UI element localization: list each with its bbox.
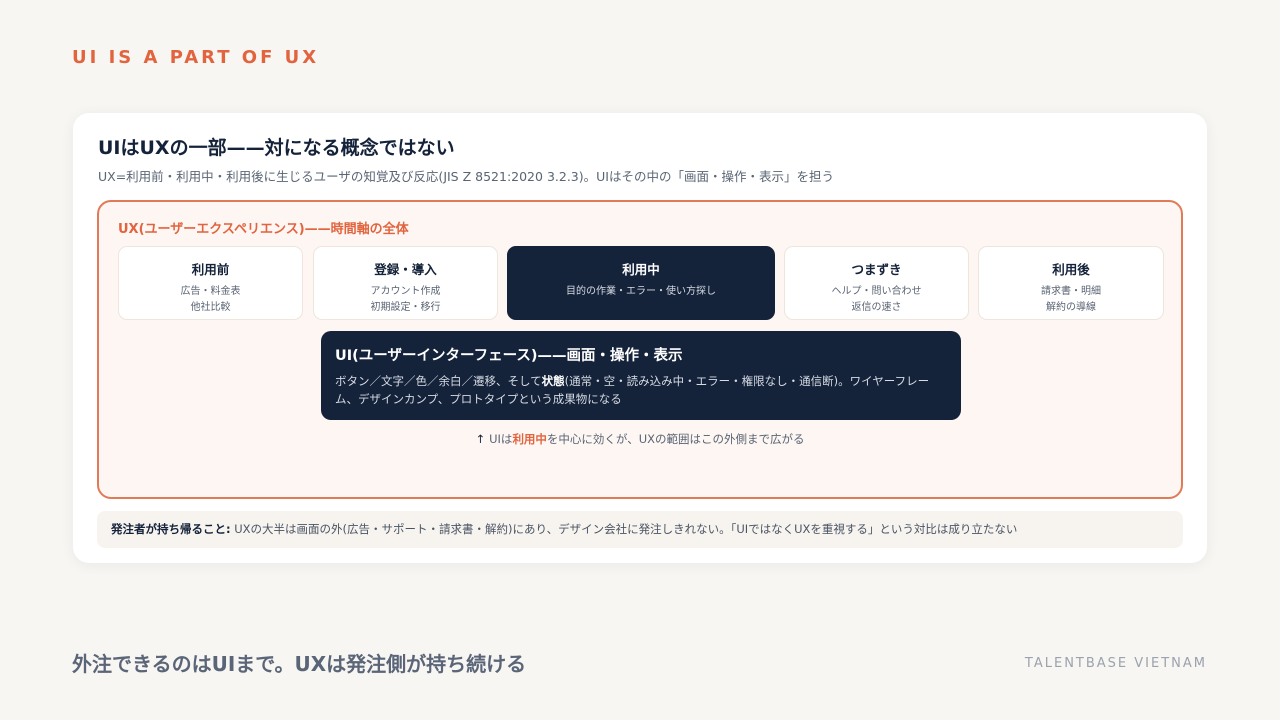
- stage-name: 利用前: [191, 262, 230, 277]
- ui-desc-part: ボタン／文字／色／余白／遷移、そして: [335, 374, 542, 388]
- stage-stumble: つまずき ヘルプ・問い合わせ 返信の速さ: [784, 246, 969, 320]
- stage-desc: アカウント作成 初期設定・移行: [370, 286, 441, 313]
- ux-scope-box: UX(ユーザーエクスペリエンス)——時間軸の全体 利用前 広告・料金表 他社比較…: [97, 200, 1183, 499]
- brand-logo-text: TALENTBASE VIETNAM: [1024, 656, 1207, 671]
- stage-desc: 請求書・明細 解約の導線: [1041, 286, 1101, 313]
- ui-desc-emphasis: 状態: [541, 374, 565, 388]
- ux-scope-label: UX(ユーザーエクスペリエンス)——時間軸の全体: [118, 222, 409, 237]
- stage-name: 登録・導入: [374, 262, 437, 277]
- stage-in-use: 利用中 目的の作業・エラー・使い方探し: [507, 246, 775, 320]
- stage-desc: ヘルプ・問い合わせ 返信の速さ: [831, 286, 922, 313]
- ui-scope-description: ボタン／文字／色／余白／遷移、そして状態(通常・空・読み込み中・エラー・権限なし…: [335, 372, 947, 408]
- stage-name: 利用中: [622, 262, 660, 277]
- takeaway-text: UXの大半は画面の外(広告・サポート・請求書・解約)にあり、デザイン会社に発注し…: [230, 522, 1018, 536]
- note-highlight: 利用中: [512, 432, 547, 446]
- stage-before-use: 利用前 広告・料金表 他社比較: [118, 246, 303, 320]
- scope-note: ↑ UIは利用中を中心に効くが、UXの範囲はこの外側まで広がる: [99, 431, 1181, 447]
- stage-desc: 広告・料金表 他社比較: [180, 286, 241, 313]
- card-title: UIはUXの一部——対になる概念ではない: [98, 137, 455, 159]
- eyebrow-label: UI IS A PART OF UX: [72, 47, 320, 68]
- takeaway-box: 発注者が持ち帰ること: UXの大半は画面の外(広告・サポート・請求書・解約)にあ…: [97, 511, 1183, 548]
- footer-message: 外注できるのはUIまで。UXは発注側が持ち続ける: [72, 652, 527, 676]
- stage-name: つまずき: [851, 262, 902, 277]
- stage-after-use: 利用後 請求書・明細 解約の導線: [978, 246, 1164, 320]
- content-card: UIはUXの一部——対になる概念ではない UX=利用前・利用中・利用後に生じるユ…: [73, 113, 1207, 563]
- takeaway-label: 発注者が持ち帰ること:: [111, 522, 231, 536]
- stage-onboarding: 登録・導入 アカウント作成 初期設定・移行: [313, 246, 498, 320]
- up-arrow-icon: ↑: [475, 432, 486, 446]
- card-subtitle: UX=利用前・利用中・利用後に生じるユーザの知覚及び反応(JIS Z 8521:…: [98, 169, 834, 184]
- ui-scope-box: UI(ユーザーインターフェース)——画面・操作・表示 ボタン／文字／色／余白／遷…: [321, 331, 961, 420]
- ui-scope-title: UI(ユーザーインターフェース)——画面・操作・表示: [335, 348, 683, 364]
- stage-desc: 目的の作業・エラー・使い方探し: [566, 286, 716, 297]
- note-text: UIは: [489, 432, 513, 446]
- note-text: を中心に効くが、UXの範囲はこの外側まで広がる: [546, 432, 805, 446]
- stage-name: 利用後: [1052, 262, 1090, 277]
